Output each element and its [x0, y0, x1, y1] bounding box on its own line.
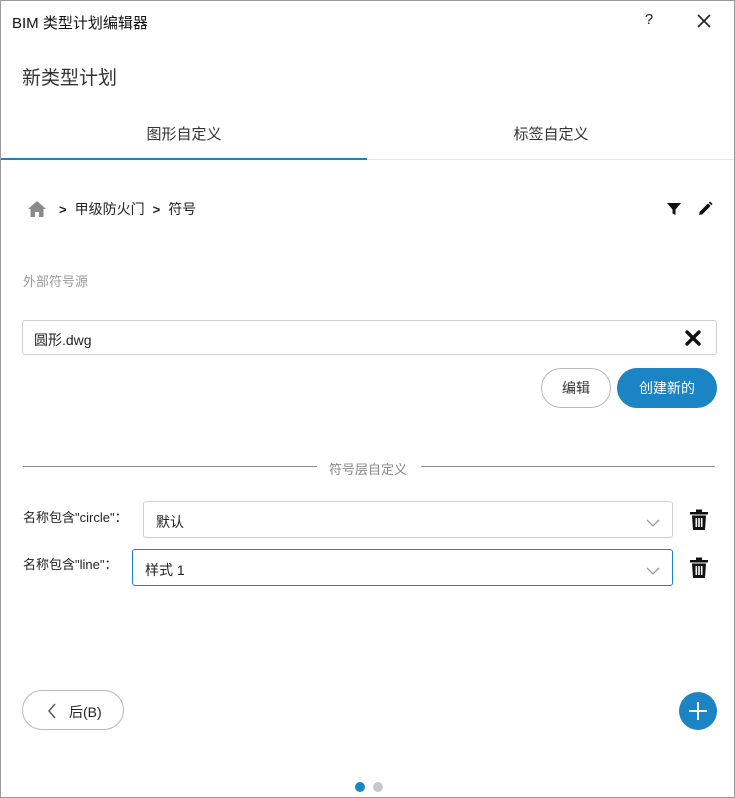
symbol-file-value: 圆形.dwg [34, 332, 92, 348]
window-title: BIM 类型计划编辑器 [12, 15, 148, 32]
divider-line-right [421, 466, 715, 467]
breadcrumb-item-symbol[interactable]: 符号 [168, 199, 196, 219]
chevron-left-icon [47, 703, 57, 719]
layer-section-title: 符号层自定义 [329, 462, 408, 477]
plus-icon [689, 702, 707, 720]
page-title: 新类型计划 [22, 68, 118, 89]
breadcrumb-separator: > [59, 201, 67, 217]
breadcrumb-separator: > [152, 201, 161, 217]
help-button[interactable]: ? [639, 9, 659, 31]
select-value: 样式 1 [145, 562, 185, 578]
breadcrumb-item-door[interactable]: 甲级防火门 [75, 199, 145, 219]
trash-icon[interactable] [689, 509, 709, 531]
close-icon[interactable] [693, 10, 715, 32]
x-icon[interactable] [684, 329, 702, 347]
chevron-down-icon [646, 515, 660, 527]
trash-icon[interactable] [689, 557, 709, 579]
back-label: 后(B) [69, 704, 102, 720]
pencil-icon[interactable] [696, 200, 714, 218]
breadcrumb: > 甲级防火门 > 符号 [27, 198, 196, 220]
layer-rule-label-line: 名称包含"line"： [23, 557, 118, 572]
filter-icon[interactable] [665, 200, 683, 218]
editor-window: BIM 类型计划编辑器 ? 新类型计划 图形自定义 标签自定义 > 甲级防火门 … [0, 0, 735, 798]
external-source-label: 外部符号源 [23, 274, 89, 289]
edit-button[interactable]: 编辑 [541, 368, 611, 408]
layer-style-select-circle[interactable]: 默认 [143, 501, 673, 538]
tab-bar: 图形自定义 标签自定义 [1, 114, 734, 160]
page-dot-2[interactable] [373, 782, 383, 792]
title-bar: BIM 类型计划编辑器 ? [1, 1, 734, 39]
layer-style-select-line[interactable]: 样式 1 [132, 549, 673, 586]
add-button[interactable] [679, 692, 717, 730]
select-value: 默认 [156, 514, 184, 530]
page-dot-1[interactable] [355, 782, 365, 792]
tab-labels[interactable]: 标签自定义 [368, 114, 734, 160]
layer-rule-label-circle: 名称包含"circle"： [23, 510, 128, 525]
create-new-button[interactable]: 创建新的 [617, 368, 717, 408]
home-icon[interactable] [27, 199, 47, 219]
chevron-down-icon [646, 563, 660, 575]
back-button[interactable]: 后(B) [22, 690, 124, 730]
divider-line-left [23, 466, 317, 467]
tab-graphics[interactable]: 图形自定义 [1, 114, 367, 160]
symbol-file-field[interactable]: 圆形.dwg [22, 320, 717, 355]
